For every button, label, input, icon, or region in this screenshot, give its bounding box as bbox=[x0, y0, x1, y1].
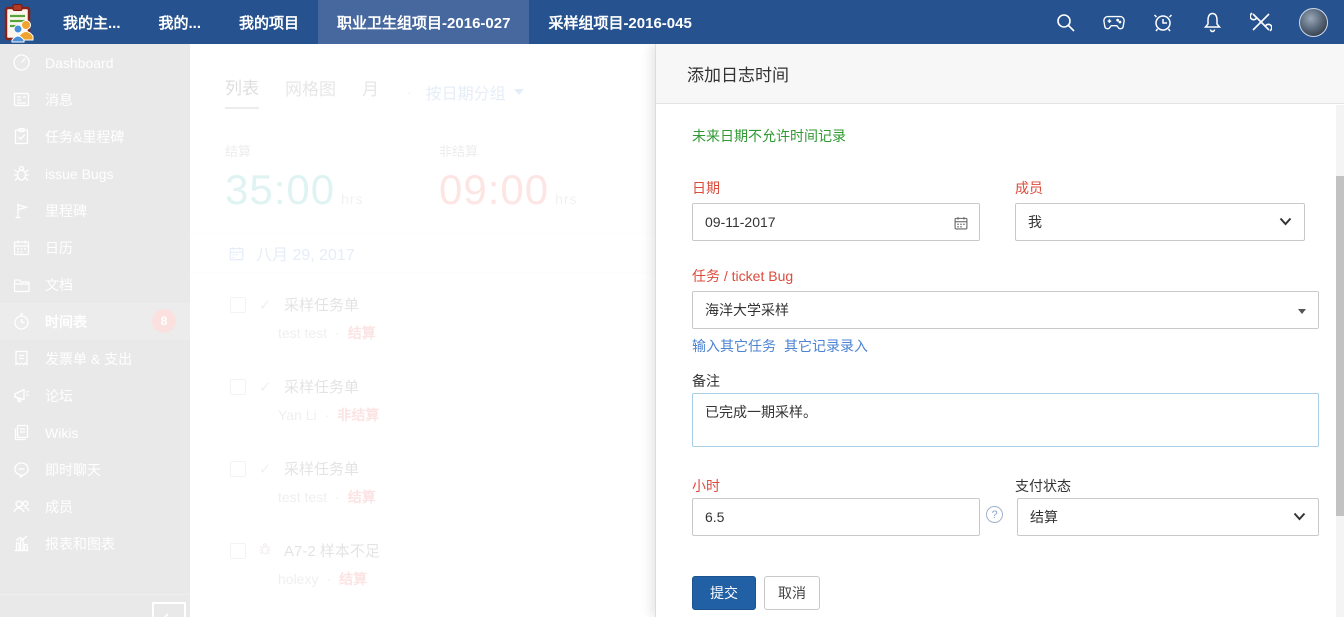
enter-other-task-link[interactable]: 输入其它任务 bbox=[692, 336, 776, 356]
app-window: 我的主... 我的... 我的项目 职业卫生组项目-2016-027 采样组项目… bbox=[0, 0, 1344, 617]
navbar-icon-group bbox=[1054, 7, 1344, 37]
task-select[interactable]: 海洋大学采样 bbox=[692, 291, 1319, 329]
hours-input[interactable]: 6.5 bbox=[692, 498, 980, 536]
task-field-label: 任务 / ticket Bug bbox=[692, 268, 794, 284]
chevron-down-icon bbox=[1293, 512, 1306, 521]
calendar-picker-icon[interactable] bbox=[953, 215, 969, 231]
tools-icon[interactable] bbox=[1250, 11, 1272, 33]
nav-tab-my[interactable]: 我的... bbox=[140, 0, 221, 44]
hours-field-label: 小时 bbox=[692, 478, 720, 494]
user-avatar[interactable] bbox=[1299, 7, 1328, 37]
hours-help-icon[interactable]: ? bbox=[986, 506, 1003, 523]
other-log-entry-link[interactable]: 其它记录录入 bbox=[784, 336, 868, 356]
future-date-warning: 未来日期不允许时间记录 bbox=[692, 128, 846, 144]
search-icon[interactable] bbox=[1054, 11, 1076, 33]
add-log-time-modal: 添加日志时间 未来日期不允许时间记录 日期 09-11-2017 成员 我 任务… bbox=[655, 44, 1344, 617]
pay-status-field-label: 支付状态 bbox=[1015, 478, 1071, 494]
notes-field-label: 备注 bbox=[692, 373, 720, 389]
navbar-tabs: 我的主... 我的... 我的项目 职业卫生组项目-2016-027 采样组项目… bbox=[44, 0, 711, 44]
submit-button[interactable]: 提交 bbox=[692, 576, 756, 610]
top-navbar: 我的主... 我的... 我的项目 职业卫生组项目-2016-027 采样组项目… bbox=[0, 0, 1344, 44]
modal-body: 未来日期不允许时间记录 日期 09-11-2017 成员 我 任务 / tick… bbox=[656, 104, 1344, 616]
modal-title: 添加日志时间 bbox=[687, 66, 789, 85]
modal-backdrop[interactable] bbox=[0, 44, 655, 617]
task-alt-links: 输入其它任务 其它记录录入 bbox=[692, 336, 868, 356]
chevron-down-icon bbox=[1279, 217, 1292, 226]
pay-status-select[interactable]: 结算 bbox=[1017, 498, 1319, 536]
background-content: Dashboard 消息 任务&里程碑 issue Bugs 里程碑 日历 bbox=[0, 44, 655, 617]
date-input[interactable]: 09-11-2017 bbox=[692, 203, 980, 241]
modal-scrollbar-track[interactable] bbox=[1336, 105, 1344, 617]
cancel-button[interactable]: 取消 bbox=[764, 576, 820, 610]
member-field-label: 成员 bbox=[1015, 180, 1043, 196]
date-field-label: 日期 bbox=[692, 180, 720, 196]
member-select[interactable]: 我 bbox=[1015, 203, 1305, 241]
modal-header: 添加日志时间 bbox=[656, 44, 1344, 104]
nav-tab-project-2016-027[interactable]: 职业卫生组项目-2016-027 bbox=[318, 0, 530, 44]
alarm-clock-icon[interactable] bbox=[1152, 11, 1174, 33]
modal-scrollbar-thumb[interactable] bbox=[1336, 176, 1344, 516]
dropdown-triangle-icon bbox=[1298, 309, 1306, 314]
notes-textarea[interactable]: 已完成一期采样。 bbox=[692, 393, 1319, 447]
nav-tab-my-home[interactable]: 我的主... bbox=[44, 0, 140, 44]
games-icon[interactable] bbox=[1103, 11, 1125, 33]
nav-tab-my-projects[interactable]: 我的项目 bbox=[220, 0, 318, 44]
notifications-bell-icon[interactable] bbox=[1201, 11, 1223, 33]
nav-tab-project-2016-045[interactable]: 采样组项目-2016-045 bbox=[529, 0, 710, 44]
app-logo-icon[interactable] bbox=[2, 3, 40, 43]
